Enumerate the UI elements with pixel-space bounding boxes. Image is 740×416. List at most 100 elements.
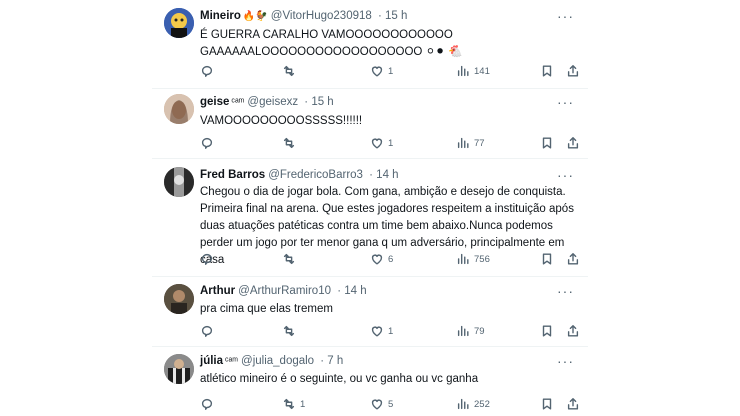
username[interactable]: @julia_dogalo (241, 355, 314, 367)
bookmark-button[interactable] (540, 396, 554, 412)
heart-icon (371, 66, 383, 77)
tweet[interactable]: Mineiro 🔥🐓 @VitorHugo230918 · 15 h ··· É G… (152, 0, 588, 89)
bookmark-button[interactable] (540, 135, 554, 151)
name-emoji: ᶜᵃᵐ (225, 356, 239, 367)
like-button[interactable]: 1 (370, 323, 393, 339)
like-count: 1 (388, 65, 394, 77)
like-button[interactable]: 1 (370, 63, 393, 79)
reply-button[interactable] (200, 63, 214, 79)
tweet[interactable]: júlia ᶜᵃᵐ @julia_dogalo · 7 h ··· atlético… (152, 346, 588, 416)
views-button[interactable]: 77 (456, 135, 485, 151)
display-name[interactable]: júlia (200, 355, 223, 367)
tweet[interactable]: geise ᶜᵃᵐ @geisexz · 15 h ··· VAMOOOOOOOOO… (152, 88, 588, 159)
retweet-button[interactable] (282, 63, 296, 79)
reply-button[interactable] (200, 135, 214, 151)
share-button[interactable] (566, 63, 580, 79)
username[interactable]: @geisexz (247, 96, 298, 108)
views-button[interactable]: 756 (456, 251, 490, 267)
reply-icon (201, 253, 213, 265)
retweet-icon (283, 398, 295, 410)
retweet-button[interactable]: 1 (282, 396, 305, 412)
share-button[interactable] (566, 135, 580, 151)
tweet-header: júlia ᶜᵃᵐ @julia_dogalo · 7 h ··· (200, 353, 582, 371)
bookmark-icon (542, 253, 552, 265)
avatar[interactable] (164, 167, 194, 197)
avatar-image (164, 284, 194, 314)
tweet[interactable]: Fred Barros @FredericoBarro3 · 14 h ··· C… (152, 158, 588, 277)
retweet-icon (283, 137, 295, 149)
avatar-image (164, 8, 194, 38)
view-count: 252 (474, 398, 490, 410)
share-button[interactable] (566, 251, 580, 267)
views-icon (457, 325, 469, 337)
reply-icon (201, 137, 213, 149)
reply-icon (201, 325, 213, 337)
reply-button[interactable] (200, 396, 214, 412)
retweet-button[interactable] (282, 323, 296, 339)
views-icon (457, 137, 469, 149)
retweet-button[interactable] (282, 251, 296, 267)
username[interactable]: @FredericoBarro3 (268, 169, 363, 181)
avatar[interactable] (164, 8, 194, 38)
timestamp[interactable]: · 15 h (378, 10, 407, 22)
share-icon (567, 325, 579, 337)
like-count: 1 (388, 325, 394, 337)
like-button[interactable]: 1 (370, 135, 393, 151)
share-icon (567, 398, 579, 410)
like-button[interactable]: 5 (370, 396, 393, 412)
share-button[interactable] (566, 323, 580, 339)
tweet-actions: 1 141 (200, 63, 586, 79)
view-count: 756 (474, 253, 490, 265)
share-button[interactable] (566, 396, 580, 412)
tweet-header: geise ᶜᵃᵐ @geisexz · 15 h ··· (200, 94, 582, 112)
reply-button[interactable] (200, 251, 214, 267)
display-name[interactable]: Mineiro (200, 10, 241, 22)
like-count: 1 (388, 137, 394, 149)
name-emoji: ᶜᵃᵐ (231, 97, 245, 108)
avatar[interactable] (164, 284, 194, 314)
name-emoji: 🔥🐓 (242, 11, 268, 22)
view-count: 141 (474, 65, 490, 77)
views-button[interactable]: 79 (456, 323, 485, 339)
bookmark-button[interactable] (540, 251, 554, 267)
display-name[interactable]: Fred Barros (200, 169, 265, 181)
timestamp[interactable]: · 7 h (320, 355, 343, 367)
timestamp[interactable]: · 14 h (337, 285, 366, 297)
display-name[interactable]: Arthur (200, 285, 235, 297)
like-count: 5 (388, 398, 394, 410)
avatar-image (164, 94, 194, 124)
tweet[interactable]: Arthur @ArthurRamiro10 · 14 h ··· pra cim… (152, 276, 588, 347)
username[interactable]: @VitorHugo230918 (271, 10, 372, 22)
avatar-image (164, 167, 194, 197)
heart-icon (371, 399, 383, 410)
timestamp[interactable]: · 15 h (304, 96, 333, 108)
retweet-icon (283, 253, 295, 265)
views-icon (457, 253, 469, 265)
more-icon[interactable]: ··· (557, 8, 574, 24)
views-button[interactable]: 141 (456, 63, 490, 79)
tweet-header: Mineiro 🔥🐓 @VitorHugo230918 · 15 h ··· (200, 8, 582, 26)
more-icon[interactable]: ··· (557, 167, 574, 183)
heart-icon (371, 254, 383, 265)
bookmark-button[interactable] (540, 63, 554, 79)
retweet-button[interactable] (282, 135, 296, 151)
like-count: 6 (388, 253, 394, 265)
more-icon[interactable]: ··· (557, 283, 574, 299)
timestamp[interactable]: · 14 h (369, 169, 398, 181)
retweet-icon (283, 325, 295, 337)
display-name[interactable]: geise (200, 96, 229, 108)
views-icon (457, 65, 469, 77)
username[interactable]: @ArthurRamiro10 (238, 285, 331, 297)
views-button[interactable]: 252 (456, 396, 490, 412)
tweet-text: pra cima que elas tremem (200, 303, 333, 315)
more-icon[interactable]: ··· (557, 94, 574, 110)
avatar[interactable] (164, 94, 194, 124)
more-icon[interactable]: ··· (557, 353, 574, 369)
bookmark-icon (542, 325, 552, 337)
reply-button[interactable] (200, 323, 214, 339)
share-icon (567, 65, 579, 77)
bookmark-button[interactable] (540, 323, 554, 339)
like-button[interactable]: 6 (370, 251, 393, 267)
views-icon (457, 398, 469, 410)
avatar[interactable] (164, 354, 194, 384)
